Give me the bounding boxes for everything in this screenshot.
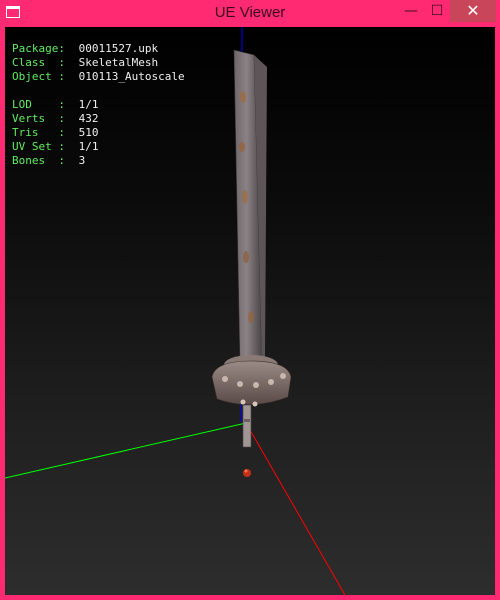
blade-rust-mark (242, 190, 248, 204)
sword-guard (211, 360, 292, 405)
sword-pommel-highlight (244, 469, 248, 473)
blade-rust-mark (239, 142, 245, 152)
stat-class-value: SkeletalMesh (78, 56, 159, 69)
stat-bones-label: Bones : (12, 154, 65, 167)
sword-handle-wrap (244, 419, 250, 422)
sword-mesh (211, 49, 292, 477)
stat-verts-value: 432 (78, 112, 99, 125)
stat-lod-label: LOD : (12, 98, 65, 111)
stat-lod: LOD : 1/1 (12, 98, 185, 112)
3d-viewport[interactable]: Package: 00011527.upk Class : SkeletalMe… (5, 27, 495, 595)
stat-lod-value: 1/1 (78, 98, 99, 111)
stat-object-label: Object : (12, 70, 65, 83)
title-bar[interactable]: UE Viewer — ☐ ✕ (0, 0, 500, 27)
stat-tris-label: Tris : (12, 126, 65, 139)
guard-stud (253, 382, 259, 388)
guard-stud (268, 379, 274, 385)
sword-handle (242, 404, 252, 448)
guard-stud (252, 401, 258, 407)
stat-verts: Verts : 432 (12, 112, 185, 126)
blade-rust-mark (240, 91, 246, 103)
y-axis-line (5, 422, 247, 479)
stat-package-label: Package: (12, 42, 65, 55)
blade-rust-mark (248, 311, 254, 323)
app-window: UE Viewer — ☐ ✕ Package: 00011527.upk Cl… (0, 0, 500, 600)
stat-object-value: 010113_Autoscale (78, 70, 185, 83)
mesh-info-overlay: Package: 00011527.upk Class : SkeletalMe… (12, 42, 185, 168)
maximize-button[interactable]: ☐ (424, 0, 450, 22)
guard-stud (222, 376, 228, 382)
stat-bones: Bones : 3 (12, 154, 185, 168)
stat-class: Class : SkeletalMesh (12, 56, 185, 70)
guard-stud (280, 373, 286, 379)
stat-package: Package: 00011527.upk (12, 42, 185, 56)
close-button[interactable]: ✕ (450, 0, 496, 22)
x-axis-line (245, 422, 346, 595)
stat-uvset-value: 1/1 (78, 140, 99, 153)
blade-rust-mark (243, 251, 249, 263)
stat-tris: Tris : 510 (12, 126, 185, 140)
stat-bones-value: 3 (78, 154, 86, 167)
stat-package-value: 00011527.upk (78, 42, 159, 55)
stat-verts-label: Verts : (12, 112, 65, 125)
stat-uvset-label: UV Set : (12, 140, 65, 153)
stat-class-label: Class : (12, 56, 65, 69)
guard-stud (237, 381, 243, 387)
guard-stud (240, 399, 246, 405)
stat-uvset: UV Set : 1/1 (12, 140, 185, 154)
stat-tris-value: 510 (78, 126, 99, 139)
minimize-button[interactable]: — (398, 0, 424, 22)
stat-object: Object : 010113_Autoscale (12, 70, 185, 84)
